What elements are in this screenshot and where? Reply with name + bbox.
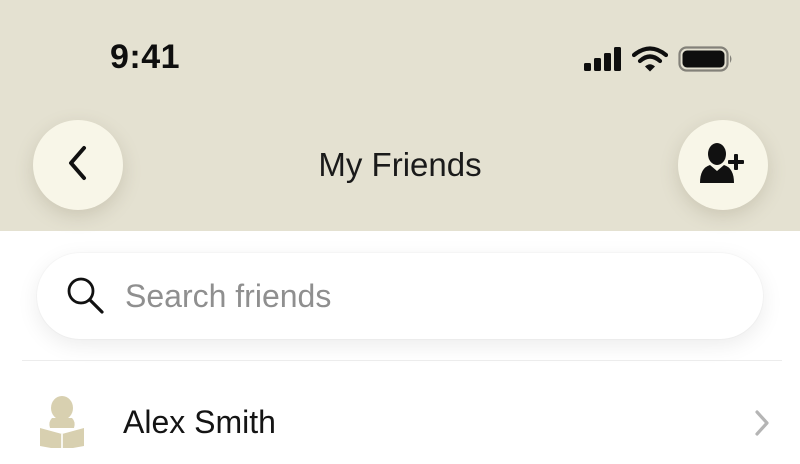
status-bar: 9:41 — [0, 0, 800, 110]
chevron-left-icon — [63, 143, 93, 188]
friend-list-item[interactable]: Alex Smith — [0, 380, 800, 464]
friend-name: Alex Smith — [123, 404, 276, 440]
add-friend-button[interactable] — [678, 120, 768, 210]
divider — [22, 360, 782, 361]
search-icon — [65, 275, 109, 319]
battery-icon — [678, 46, 734, 72]
add-person-icon — [698, 141, 748, 190]
cellular-signal-icon — [584, 47, 622, 71]
navigation-bar: My Friends — [0, 118, 800, 212]
person-reading-avatar-icon — [38, 394, 86, 450]
search-bar[interactable] — [37, 253, 763, 339]
back-button[interactable] — [33, 120, 123, 210]
status-icons — [584, 44, 734, 74]
search-input[interactable] — [125, 271, 725, 321]
chevron-right-icon — [750, 408, 774, 438]
status-time: 9:41 — [110, 38, 181, 76]
wifi-icon — [632, 46, 668, 72]
page-title: My Friends — [318, 146, 482, 183]
